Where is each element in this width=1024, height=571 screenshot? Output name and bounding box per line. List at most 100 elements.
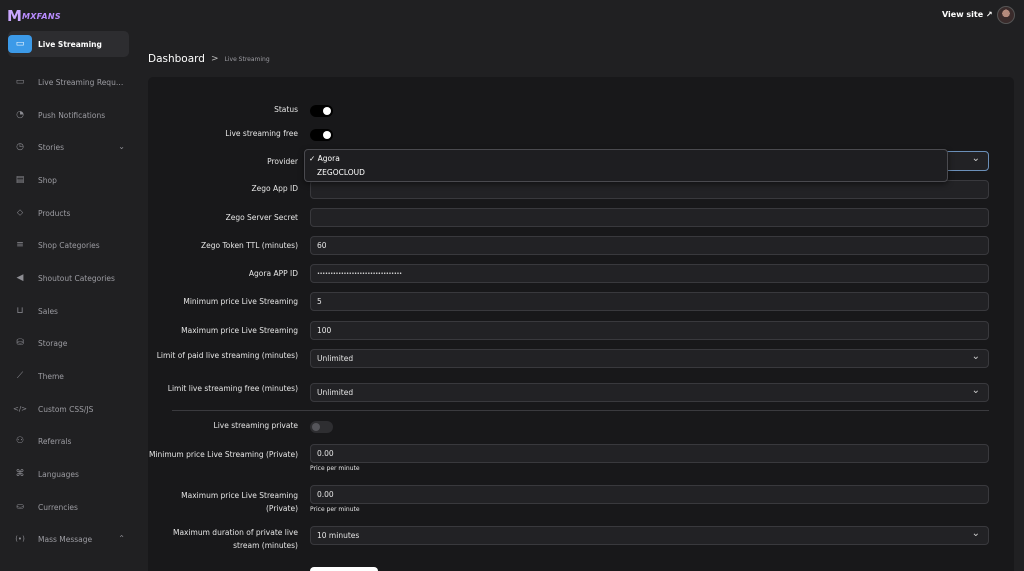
clock-icon: ◷ (16, 142, 24, 152)
sidebar-item-label: Referrals (38, 436, 72, 446)
sidebar-item-label: Shop Categories (38, 240, 100, 250)
live-streaming-free-toggle[interactable] (310, 129, 333, 141)
max-price-label: Maximum price Live Streaming (181, 326, 298, 335)
sidebar-item-label: Live Streaming Request... (38, 77, 126, 87)
max-duration-private-label: Maximum duration of private live stream … (172, 528, 298, 550)
status-label: Status (274, 105, 298, 114)
min-price-private-input[interactable]: 0.00 (310, 444, 989, 463)
brush-icon: ⟋ (16, 371, 24, 381)
max-price-private-hint: Price per minute (310, 506, 360, 513)
megaphone-icon: ◀ (16, 273, 24, 283)
agora-app-id-label: Agora APP ID (248, 269, 298, 278)
language-icon: ⌘ (15, 469, 25, 479)
save-button[interactable] (310, 567, 378, 571)
sidebar-item-push-notifications[interactable]: ◔ Push Notifications (8, 102, 129, 128)
sidebar-item-label: Mass Message (38, 534, 93, 544)
zego-app-id-input[interactable] (310, 180, 989, 199)
sidebar-item-label: Shop (38, 175, 57, 185)
max-price-private-label: Maximum price Live Streaming (Private) (181, 491, 298, 513)
view-site-link[interactable]: View site ↗ (942, 10, 993, 19)
sidebar-item-label: Stories (38, 142, 64, 152)
max-duration-private-select[interactable]: 10 minutes (310, 526, 989, 545)
breadcrumb-dashboard[interactable]: Dashboard (148, 53, 205, 65)
sidebar-item-shop[interactable]: ▤ Shop (8, 167, 129, 193)
chevron-down-icon: ⌄ (118, 142, 125, 151)
users-icon: ⚇ (15, 436, 25, 446)
sidebar-item-label: Theme (38, 371, 64, 381)
toggle-knob (323, 131, 331, 139)
max-price-input[interactable]: 100 (310, 321, 989, 340)
zego-server-secret-label: Zego Server Secret (225, 213, 298, 222)
provider-dropdown-menu: ✓ Agora ZEGOCLOUD (304, 149, 948, 182)
sidebar-item-label: Shoutout Categories (38, 273, 115, 283)
coins-icon: ⛀ (16, 502, 24, 512)
zego-server-secret-input[interactable] (310, 208, 989, 227)
database-icon: ⛁ (16, 338, 24, 348)
logo[interactable]: M MXFANS (7, 7, 61, 25)
settings-card: Status Live streaming free Provider ✓ Ag… (148, 77, 1014, 571)
zego-token-ttl-input[interactable]: 60 (310, 236, 989, 255)
provider-label: Provider (267, 157, 298, 166)
toggle-knob (323, 107, 331, 115)
sidebar-item-storage[interactable]: ⛁ Storage (8, 330, 129, 356)
agora-app-id-input[interactable]: •••••••••••••••••••••••••••••••• (310, 264, 989, 283)
sidebar-item-products[interactable]: ⬦ Products (8, 200, 129, 226)
breadcrumb-current: Live Streaming (224, 55, 270, 63)
limit-paid-label: Limit of paid live streaming (minutes) (156, 351, 298, 360)
video-camera-icon: ▭ (8, 35, 32, 53)
chevron-right-icon: > (210, 54, 219, 64)
sidebar-item-shoutout-categories[interactable]: ◀ Shoutout Categories (8, 265, 129, 291)
status-toggle[interactable] (310, 105, 333, 117)
sidebar-item-referrals[interactable]: ⚇ Referrals (8, 428, 129, 454)
provider-option-agora[interactable]: ✓ Agora (309, 154, 340, 163)
sidebar-item-label: Languages (38, 469, 79, 479)
sidebar-item-label: Currencies (38, 502, 78, 512)
zego-app-id-label: Zego App ID (251, 184, 298, 193)
sidebar-item-shop-categories[interactable]: ≡ Shop Categories (8, 232, 129, 258)
code-icon: </> (12, 405, 28, 413)
shop-icon: ▤ (15, 175, 25, 185)
max-price-private-input[interactable]: 0.00 (310, 485, 989, 504)
live-streaming-private-toggle[interactable] (310, 421, 333, 433)
min-price-private-hint: Price per minute (310, 465, 360, 472)
sidebar-item-label: Live Streaming (38, 39, 102, 49)
sidebar-item-mass-message[interactable]: (•) Mass Message ⌃ (8, 526, 129, 552)
sidebar-item-custom-css-js[interactable]: </> Custom CSS/JS (8, 396, 129, 422)
logo-mark: M (7, 7, 22, 25)
list-icon: ≡ (16, 240, 24, 250)
sidebar: M MXFANS ▭ Live Streaming ▭ Live Streami… (0, 0, 134, 571)
sidebar-item-label: Push Notifications (38, 110, 106, 120)
cart-icon: ⊔ (16, 306, 24, 316)
sidebar-item-label: Custom CSS/JS (38, 404, 94, 414)
section-divider (172, 410, 989, 411)
provider-option-zegocloud[interactable]: ZEGOCLOUD (317, 168, 365, 177)
limit-free-select[interactable]: Unlimited (310, 383, 989, 402)
sidebar-item-sales[interactable]: ⊔ Sales (8, 298, 129, 324)
limit-free-label: Limit live streaming free (minutes) (167, 384, 298, 393)
sidebar-item-stories[interactable]: ◷ Stories ⌄ (8, 134, 129, 160)
logo-text: MXFANS (21, 11, 61, 21)
tag-icon: ⬦ (16, 208, 24, 218)
notification-icon: ◔ (16, 110, 24, 120)
avatar[interactable] (997, 6, 1015, 24)
toggle-knob (312, 423, 320, 431)
sidebar-item-label: Sales (38, 306, 58, 316)
sidebar-item-currencies[interactable]: ⛀ Currencies (8, 494, 129, 520)
live-streaming-private-label: Live streaming private (213, 421, 298, 430)
sidebar-item-theme[interactable]: ⟋ Theme (8, 363, 129, 389)
min-price-private-label: Minimum price Live Streaming (Private) (148, 450, 298, 459)
sidebar-item-live-streaming-requests[interactable]: ▭ Live Streaming Request... (8, 69, 129, 95)
sidebar-item-label: Storage (38, 338, 68, 348)
breadcrumb: Dashboard > Live Streaming (148, 53, 270, 65)
min-price-input[interactable]: 5 (310, 292, 989, 311)
sidebar-item-label: Products (38, 208, 71, 218)
broadcast-icon: (•) (15, 535, 25, 543)
chevron-up-icon: ⌃ (118, 534, 125, 543)
live-streaming-free-label: Live streaming free (225, 129, 298, 138)
sidebar-item-live-streaming[interactable]: ▭ Live Streaming (8, 31, 129, 57)
zego-token-ttl-label: Zego Token TTL (minutes) (200, 241, 298, 250)
sidebar-item-languages[interactable]: ⌘ Languages (8, 461, 129, 487)
min-price-label: Minimum price Live Streaming (183, 297, 298, 306)
monitor-icon: ▭ (15, 77, 25, 87)
limit-paid-select[interactable]: Unlimited (310, 349, 989, 368)
